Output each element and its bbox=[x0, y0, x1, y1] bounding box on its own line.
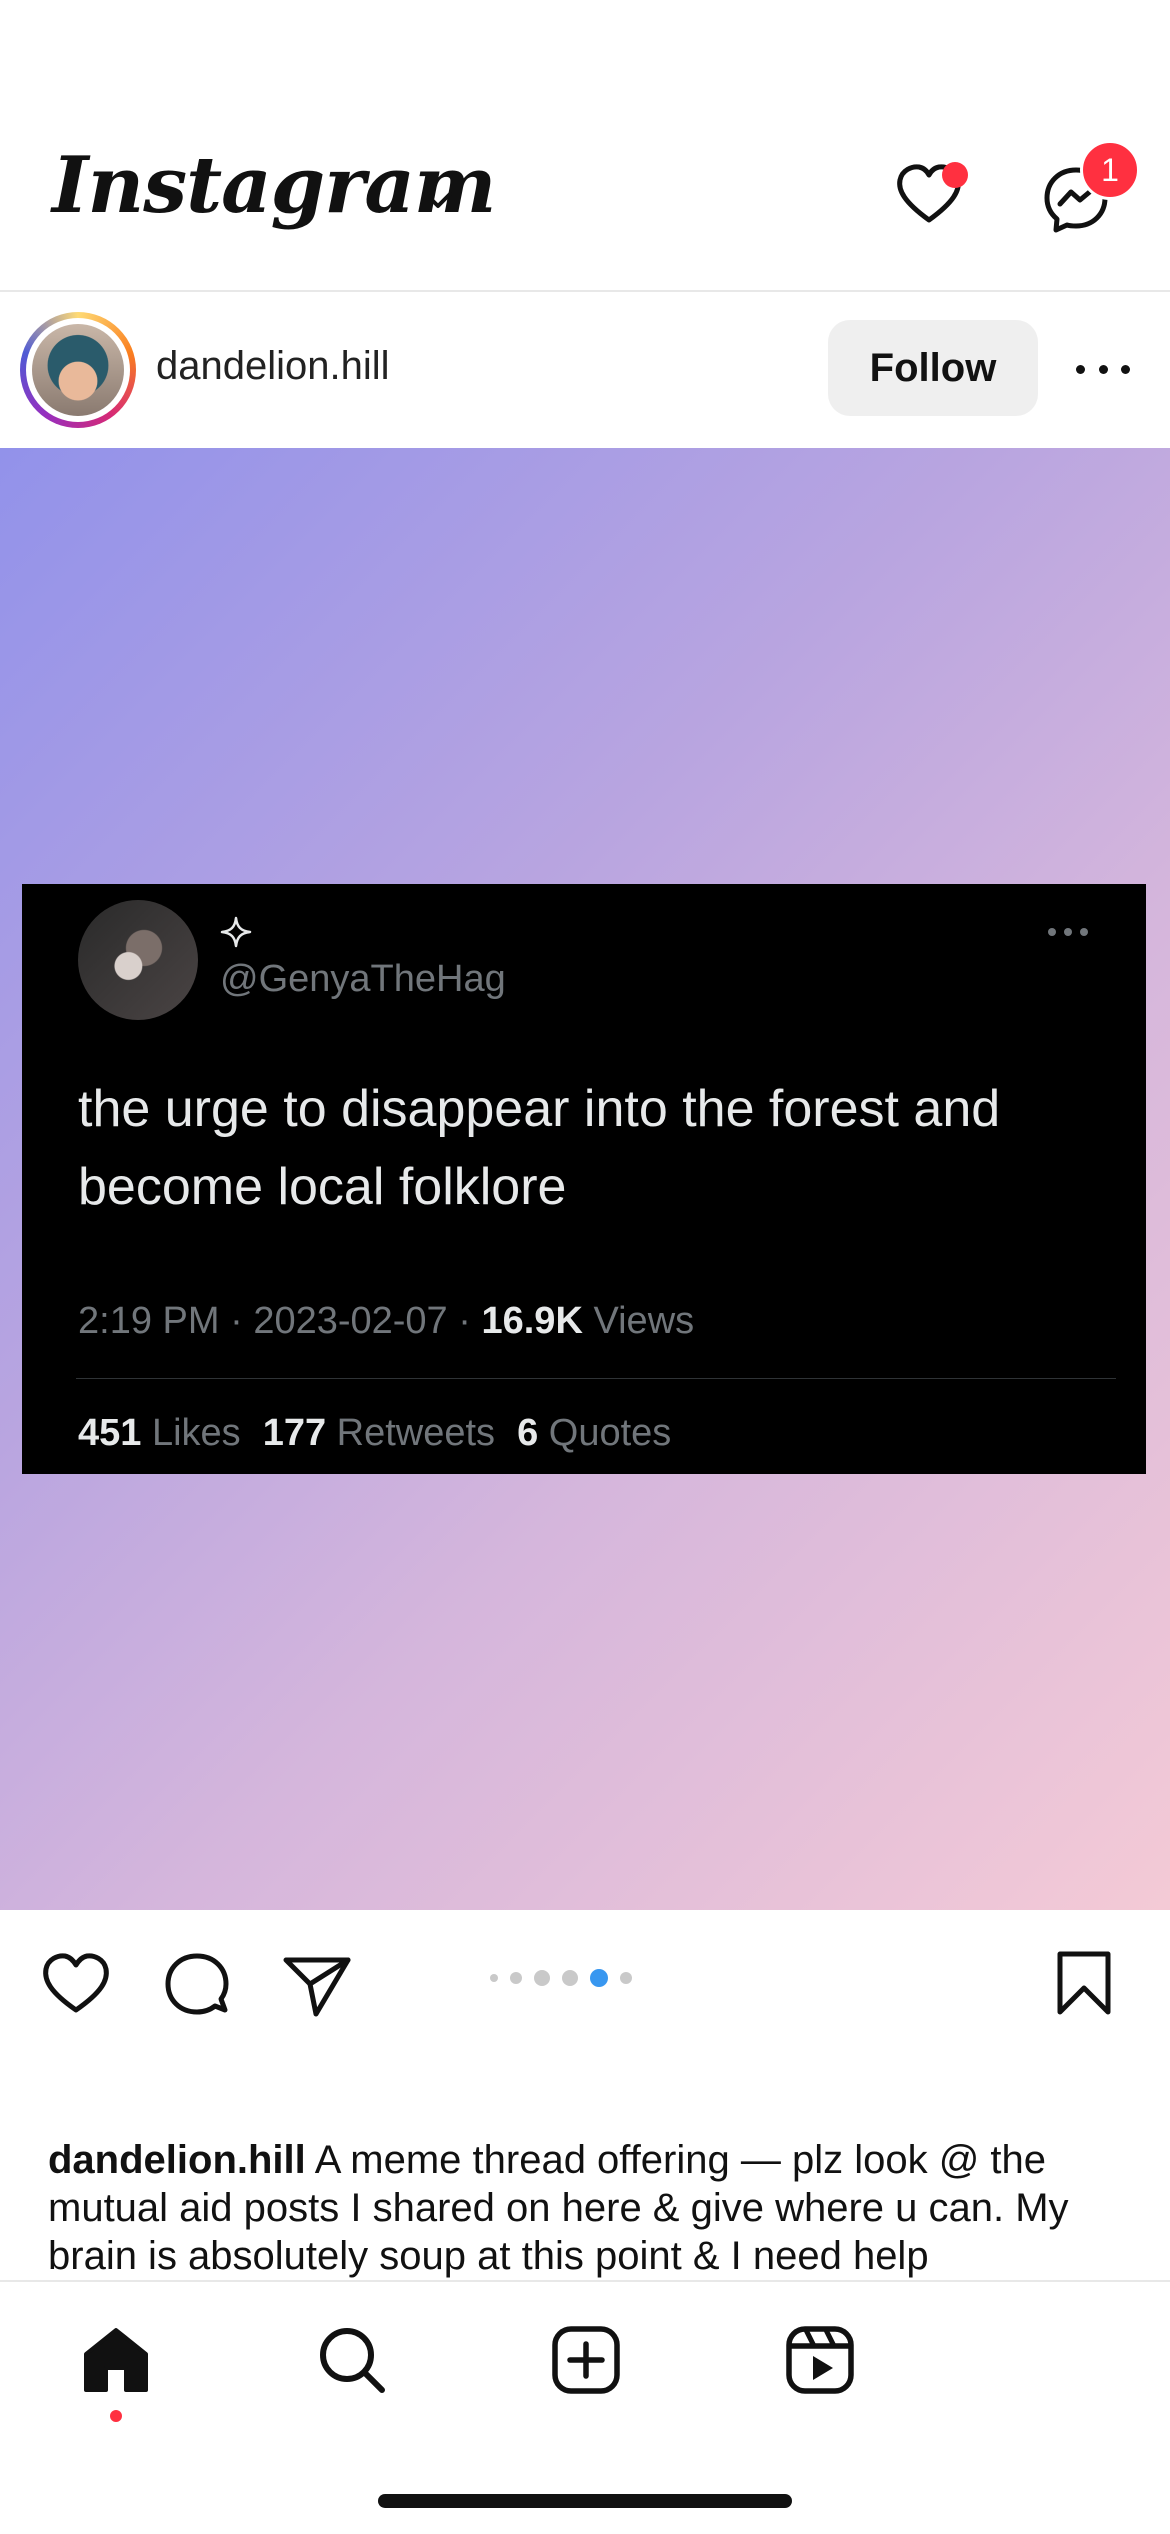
tweet-meta: 2:19 PM · 2023-02-07 · 16.9K Views bbox=[78, 1300, 695, 1342]
reels-icon[interactable] bbox=[784, 2324, 856, 2396]
likes-label: Likes bbox=[151, 1412, 241, 1454]
post-caption: dandelion.hill A meme thread offering — … bbox=[48, 2136, 1138, 2280]
messages-badge: 1 bbox=[1080, 140, 1140, 200]
tweet-handle: @GenyaTheHag bbox=[220, 958, 506, 1000]
tweet-avatar bbox=[78, 900, 198, 1020]
avatar[interactable] bbox=[20, 312, 136, 428]
retweets-label: Retweets bbox=[336, 1412, 496, 1454]
chevron-down-icon[interactable] bbox=[418, 180, 458, 220]
tweet-views-count: 16.9K bbox=[481, 1300, 583, 1342]
activity-dot bbox=[942, 162, 968, 188]
quotes-count: 6 bbox=[517, 1412, 539, 1454]
more-options-icon[interactable] bbox=[1076, 354, 1130, 384]
tweet-date: 2023-02-07 bbox=[253, 1300, 448, 1342]
home-activity-dot bbox=[110, 2410, 122, 2422]
tweet-text: the urge to disappear into the forest an… bbox=[78, 1080, 1001, 1216]
create-icon[interactable] bbox=[550, 2324, 622, 2396]
carousel-dot bbox=[620, 1972, 632, 1984]
share-icon[interactable] bbox=[282, 1952, 352, 2018]
comment-icon[interactable] bbox=[162, 1950, 232, 2020]
caption-username[interactable]: dandelion.hill bbox=[48, 2138, 306, 2182]
post-image[interactable]: @GenyaTheHag the urge to disappear into … bbox=[0, 448, 1170, 1910]
quotes-label: Quotes bbox=[548, 1412, 672, 1454]
search-icon[interactable] bbox=[316, 2324, 388, 2396]
tweet-divider bbox=[76, 1378, 1116, 1379]
carousel-dot bbox=[534, 1970, 550, 1986]
carousel-dot bbox=[490, 1974, 498, 1982]
home-indicator[interactable] bbox=[378, 2494, 792, 2508]
retweets-count: 177 bbox=[262, 1412, 327, 1454]
tweet-more-icon bbox=[1048, 928, 1088, 938]
likes-count: 451 bbox=[78, 1412, 142, 1454]
carousel-dot bbox=[562, 1970, 578, 1986]
tweet-screenshot: @GenyaTheHag the urge to disappear into … bbox=[22, 884, 1146, 1474]
tweet-time: 2:19 PM bbox=[78, 1300, 220, 1342]
tweet-views-label: Views bbox=[593, 1300, 695, 1342]
tweet-stats: 451 Likes 177 Retweets 6 Quotes bbox=[78, 1412, 671, 1455]
post-header: dandelion.hill Follow bbox=[0, 292, 1170, 448]
post-username[interactable]: dandelion.hill bbox=[156, 344, 390, 389]
top-bar: Instagram 1 bbox=[0, 0, 1170, 292]
follow-button[interactable]: Follow bbox=[828, 320, 1038, 416]
carousel-dot bbox=[590, 1969, 608, 1987]
sparkle-icon bbox=[220, 916, 252, 948]
carousel-indicator bbox=[490, 1968, 632, 1988]
like-icon[interactable] bbox=[40, 1950, 112, 2016]
bookmark-icon[interactable] bbox=[1054, 1950, 1114, 2016]
carousel-dot bbox=[510, 1972, 522, 1984]
home-icon[interactable] bbox=[80, 2324, 152, 2396]
bottom-nav bbox=[0, 2280, 1170, 2534]
avatar-image bbox=[32, 324, 124, 416]
